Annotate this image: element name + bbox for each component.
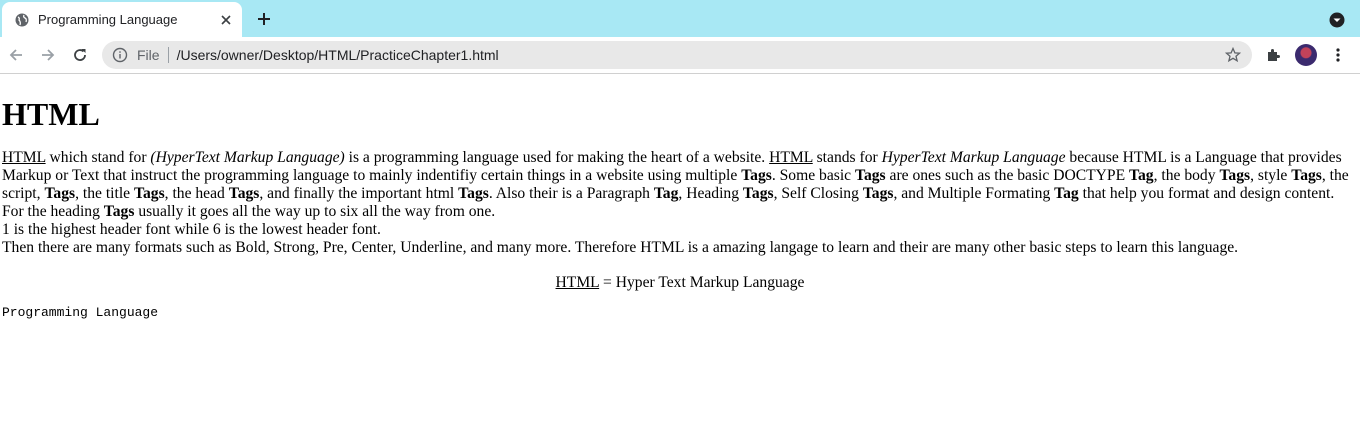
bold-span: Tags bbox=[862, 185, 894, 202]
abbr-html: HTML bbox=[555, 274, 600, 291]
back-button[interactable] bbox=[6, 45, 26, 65]
arrow-left-icon bbox=[9, 49, 22, 61]
plus-icon bbox=[258, 13, 270, 25]
extensions-button[interactable] bbox=[1264, 45, 1284, 65]
bold-span: Tags bbox=[458, 185, 489, 202]
url-text[interactable]: /Users/owner/Desktop/HTML/PracticeChapte… bbox=[177, 47, 1224, 63]
header-font-line: 1 is the highest header font while 6 is … bbox=[2, 221, 381, 238]
page-heading: HTML bbox=[2, 96, 100, 132]
kebab-icon bbox=[1336, 48, 1340, 62]
globe-icon bbox=[15, 13, 29, 27]
bold-span: Tags bbox=[134, 185, 165, 202]
text-span: is a programming language used for makin… bbox=[344, 149, 770, 166]
browser-tab[interactable]: Programming Language bbox=[2, 2, 242, 37]
bold-span: Tag bbox=[1129, 167, 1154, 184]
abbr-html: HTML bbox=[769, 149, 813, 166]
tab-search-button[interactable] bbox=[1328, 11, 1346, 29]
text-span: , the title bbox=[75, 185, 134, 202]
bold-span: Tags bbox=[741, 167, 772, 184]
new-tab-button[interactable] bbox=[254, 9, 274, 29]
text-span: , Self Closing bbox=[773, 185, 863, 202]
forward-button[interactable] bbox=[38, 45, 58, 65]
italic-span: (HyperText Markup Language) bbox=[150, 149, 345, 166]
bold-span: Tags bbox=[103, 203, 135, 220]
reload-button[interactable] bbox=[70, 45, 90, 65]
preformatted-text: Programming Language bbox=[2, 305, 159, 320]
text-span: , the head bbox=[164, 185, 229, 202]
text-span: , style bbox=[1250, 167, 1292, 184]
close-icon[interactable] bbox=[218, 12, 234, 28]
definition-text: = Hyper Text Markup Language bbox=[599, 274, 805, 291]
bold-span: Tags bbox=[44, 185, 76, 202]
tab-strip: Programming Language bbox=[0, 0, 1360, 37]
text-span: usually it goes all the way up to six al… bbox=[134, 203, 496, 220]
tab-title: Programming Language bbox=[38, 12, 178, 27]
intro-paragraph: HTML which stand for (HyperText Markup L… bbox=[2, 149, 1358, 257]
bold-span: Tag bbox=[653, 185, 679, 202]
address-bar[interactable]: File /Users/owner/Desktop/HTML/PracticeC… bbox=[102, 41, 1252, 69]
reload-icon bbox=[74, 49, 86, 61]
info-icon[interactable] bbox=[112, 47, 128, 63]
bold-span: Tags bbox=[1219, 167, 1251, 184]
star-icon[interactable] bbox=[1224, 46, 1242, 64]
text-span: . Some basic bbox=[771, 167, 855, 184]
browser-toolbar: File /Users/owner/Desktop/HTML/PracticeC… bbox=[0, 37, 1360, 74]
text-span: , Heading bbox=[678, 185, 743, 202]
text-span: , and finally the important html bbox=[259, 185, 459, 202]
omnibox-separator bbox=[167, 47, 169, 63]
text-span: , and Multiple Formating bbox=[893, 185, 1055, 202]
chevron-down-icon bbox=[1329, 12, 1345, 28]
bold-span: Tags bbox=[854, 167, 886, 184]
arrow-right-icon bbox=[42, 49, 55, 61]
formats-line: Then there are many formats such as Bold… bbox=[2, 239, 1239, 256]
text-span: are ones such as the basic DOCTYPE bbox=[885, 167, 1130, 184]
avatar[interactable] bbox=[1295, 44, 1317, 66]
puzzle-icon bbox=[1268, 49, 1280, 61]
text-span: stands for bbox=[812, 149, 882, 166]
text-span: , the body bbox=[1153, 167, 1220, 184]
abbr-html: HTML bbox=[2, 149, 46, 166]
bold-span: Tags bbox=[1291, 167, 1322, 184]
bold-span: Tags bbox=[742, 185, 774, 202]
italic-span: HyperText Markup Language bbox=[881, 149, 1066, 166]
centered-definition: HTML = Hyper Text Markup Language bbox=[2, 274, 1358, 292]
bold-span: Tag bbox=[1054, 185, 1079, 202]
text-span: . Also their is a Paragraph bbox=[488, 185, 654, 202]
bold-span: Tags bbox=[228, 185, 260, 202]
page-content: HTML HTML which stand for (HyperText Mar… bbox=[2, 74, 1358, 321]
browser-menu-button[interactable] bbox=[1330, 45, 1346, 65]
url-scheme-label: File bbox=[137, 47, 160, 63]
text-span: which stand for bbox=[45, 149, 151, 166]
